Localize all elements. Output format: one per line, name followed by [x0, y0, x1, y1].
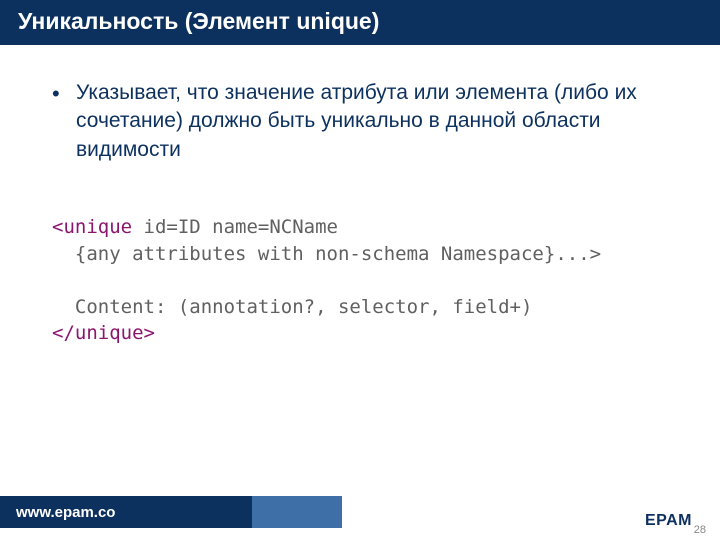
slide-title: Уникальность (Элемент unique) [0, 0, 720, 45]
footer-accent [252, 496, 342, 528]
code-open-attrs: id=ID name=NCName [132, 216, 338, 238]
content-area: Указывает, что значение атрибута или эле… [0, 45, 720, 347]
code-open-tag: <unique [52, 216, 132, 238]
footer-url: www.epam.co [0, 496, 252, 528]
footer-brand: EPAM [645, 512, 692, 530]
bullet-item: Указывает, что значение атрибута или эле… [48, 79, 672, 164]
code-line-3: Content: (annotation?, selector, field+) [52, 296, 532, 318]
slide: Уникальность (Элемент unique) Указывает,… [0, 0, 720, 540]
page-number: 28 [694, 524, 706, 536]
footer: www.epam.co EPAM 28 [0, 496, 720, 528]
code-close-tag: </unique> [52, 322, 155, 344]
code-block: <unique id=ID name=NCName {any attribute… [52, 214, 672, 347]
bullet-list: Указывает, что значение атрибута или эле… [48, 79, 672, 164]
code-line-2: {any attributes with non-schema Namespac… [52, 243, 601, 265]
